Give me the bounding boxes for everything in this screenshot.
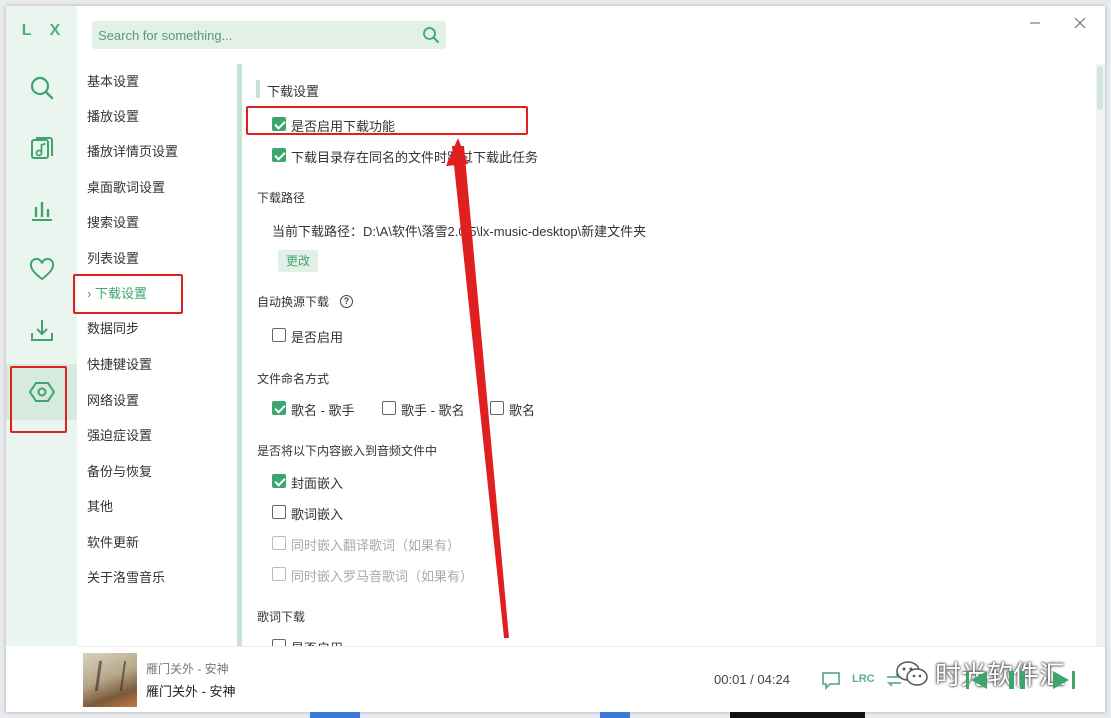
background-strip — [730, 712, 865, 718]
annotation-arrow — [446, 138, 509, 638]
background-strip — [600, 712, 630, 718]
app-window: L X 基本设置 播放设置 播放详情页设置 桌面歌词设置 — [6, 6, 1105, 712]
background-strip — [310, 712, 360, 718]
